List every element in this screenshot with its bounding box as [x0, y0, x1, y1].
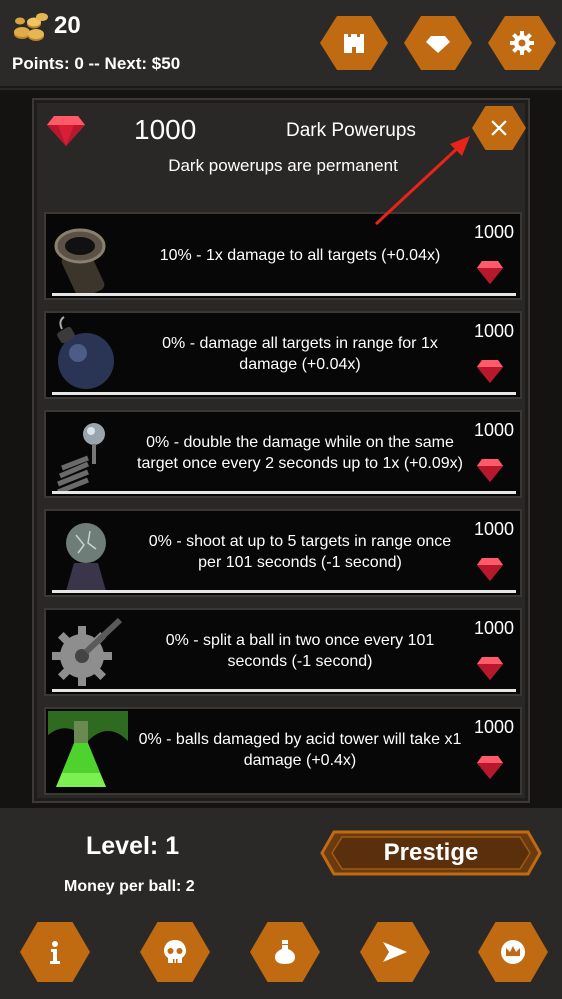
ruby-gem-icon — [477, 558, 503, 581]
coins-value: 20 — [54, 12, 81, 39]
ruby-gem-icon — [47, 116, 85, 146]
progress-bar — [52, 590, 516, 593]
powerup-cost: 1000 — [473, 222, 514, 242]
send-button[interactable] — [360, 922, 430, 982]
progress-bar — [52, 392, 516, 395]
info-button[interactable] — [20, 922, 90, 982]
powerup-card[interactable]: 0% - split a ball in two once every 101 … — [44, 608, 522, 696]
prestige-button[interactable]: Prestige — [320, 830, 542, 876]
points-progress-text: Points: 0 -- Next: $50 — [12, 54, 181, 73]
powerup-description: 0% - shoot at up to 5 targets in range o… — [148, 533, 452, 571]
paper-plane-icon — [383, 942, 407, 962]
plasma-orb-icon — [66, 523, 106, 591]
powerup-description: 0% - double the damage while on the same… — [137, 434, 463, 472]
powerup-card[interactable]: 0% - balls damaged by acid tower will ta… — [44, 707, 522, 795]
crown-button[interactable] — [478, 922, 548, 982]
powerup-description: 0% - damage all targets in range for 1x … — [162, 335, 438, 373]
saw-blade-icon — [52, 617, 123, 686]
ruby-gem-icon — [477, 657, 503, 680]
gear-icon — [510, 31, 534, 55]
powerup-card[interactable]: 0% - shoot at up to 5 targets in range o… — [44, 509, 522, 597]
gem-shop-button[interactable] — [404, 16, 472, 70]
powerup-description: 0% - split a ball in two once every 101 … — [165, 632, 435, 670]
powerup-cost: 1000 — [473, 717, 514, 737]
cannon-icon — [54, 228, 106, 296]
progress-bar — [52, 689, 516, 692]
powerup-cost: 1000 — [473, 618, 514, 638]
bomb-icon — [57, 316, 114, 389]
potion-button[interactable] — [250, 922, 320, 982]
top-bar: 20 Points: 0 -- Next: $50 — [0, 0, 562, 88]
skull-button[interactable] — [140, 922, 210, 982]
level-label: Level: 1 — [86, 832, 180, 860]
powerup-cost: 1000 — [473, 420, 514, 440]
bottom-panel: Level: 1 Money per ball: 2 Prestige — [0, 808, 562, 999]
skull-icon — [164, 940, 186, 963]
prestige-label: Prestige — [383, 839, 479, 866]
info-icon — [50, 941, 60, 964]
powerup-card[interactable]: 0% - damage all targets in range for 1x … — [44, 311, 522, 399]
spring-icon — [57, 423, 105, 494]
settings-button[interactable] — [488, 16, 556, 70]
progress-bar — [52, 491, 516, 494]
ruby-gem-icon — [477, 261, 503, 284]
ruby-gem-icon — [477, 756, 503, 779]
money-per-ball-label: Money per ball: 2 — [64, 878, 195, 895]
dialog-subtitle: Dark powerups are permanent — [168, 156, 398, 175]
close-icon — [491, 120, 507, 136]
progress-bar — [52, 293, 516, 296]
powerup-card[interactable]: 10% - 1x damage to all targets (+0.04x) … — [44, 212, 522, 300]
powerup-description: 10% - 1x damage to all targets (+0.04x) — [159, 246, 441, 264]
castle-button[interactable] — [320, 16, 388, 70]
diamond-icon — [426, 36, 450, 53]
castle-icon — [344, 34, 364, 53]
gem-balance: 1000 — [134, 114, 197, 145]
crown-icon — [501, 940, 525, 964]
coins-icon — [14, 13, 48, 41]
close-button[interactable] — [472, 106, 526, 150]
powerup-card[interactable]: 0% - double the damage while on the same… — [44, 410, 522, 498]
dark-powerups-dialog: 1000 Dark Powerups Dark powerups are per… — [32, 98, 530, 803]
powerup-cost: 1000 — [473, 321, 514, 341]
powerup-description: 0% - balls damaged by acid tower will ta… — [138, 731, 462, 769]
ruby-gem-icon — [477, 360, 503, 383]
potion-icon — [275, 940, 295, 964]
acid-flask-icon — [48, 711, 128, 787]
powerup-cost: 1000 — [473, 519, 514, 539]
ruby-gem-icon — [477, 459, 503, 482]
dialog-title: Dark Powerups — [286, 120, 416, 141]
